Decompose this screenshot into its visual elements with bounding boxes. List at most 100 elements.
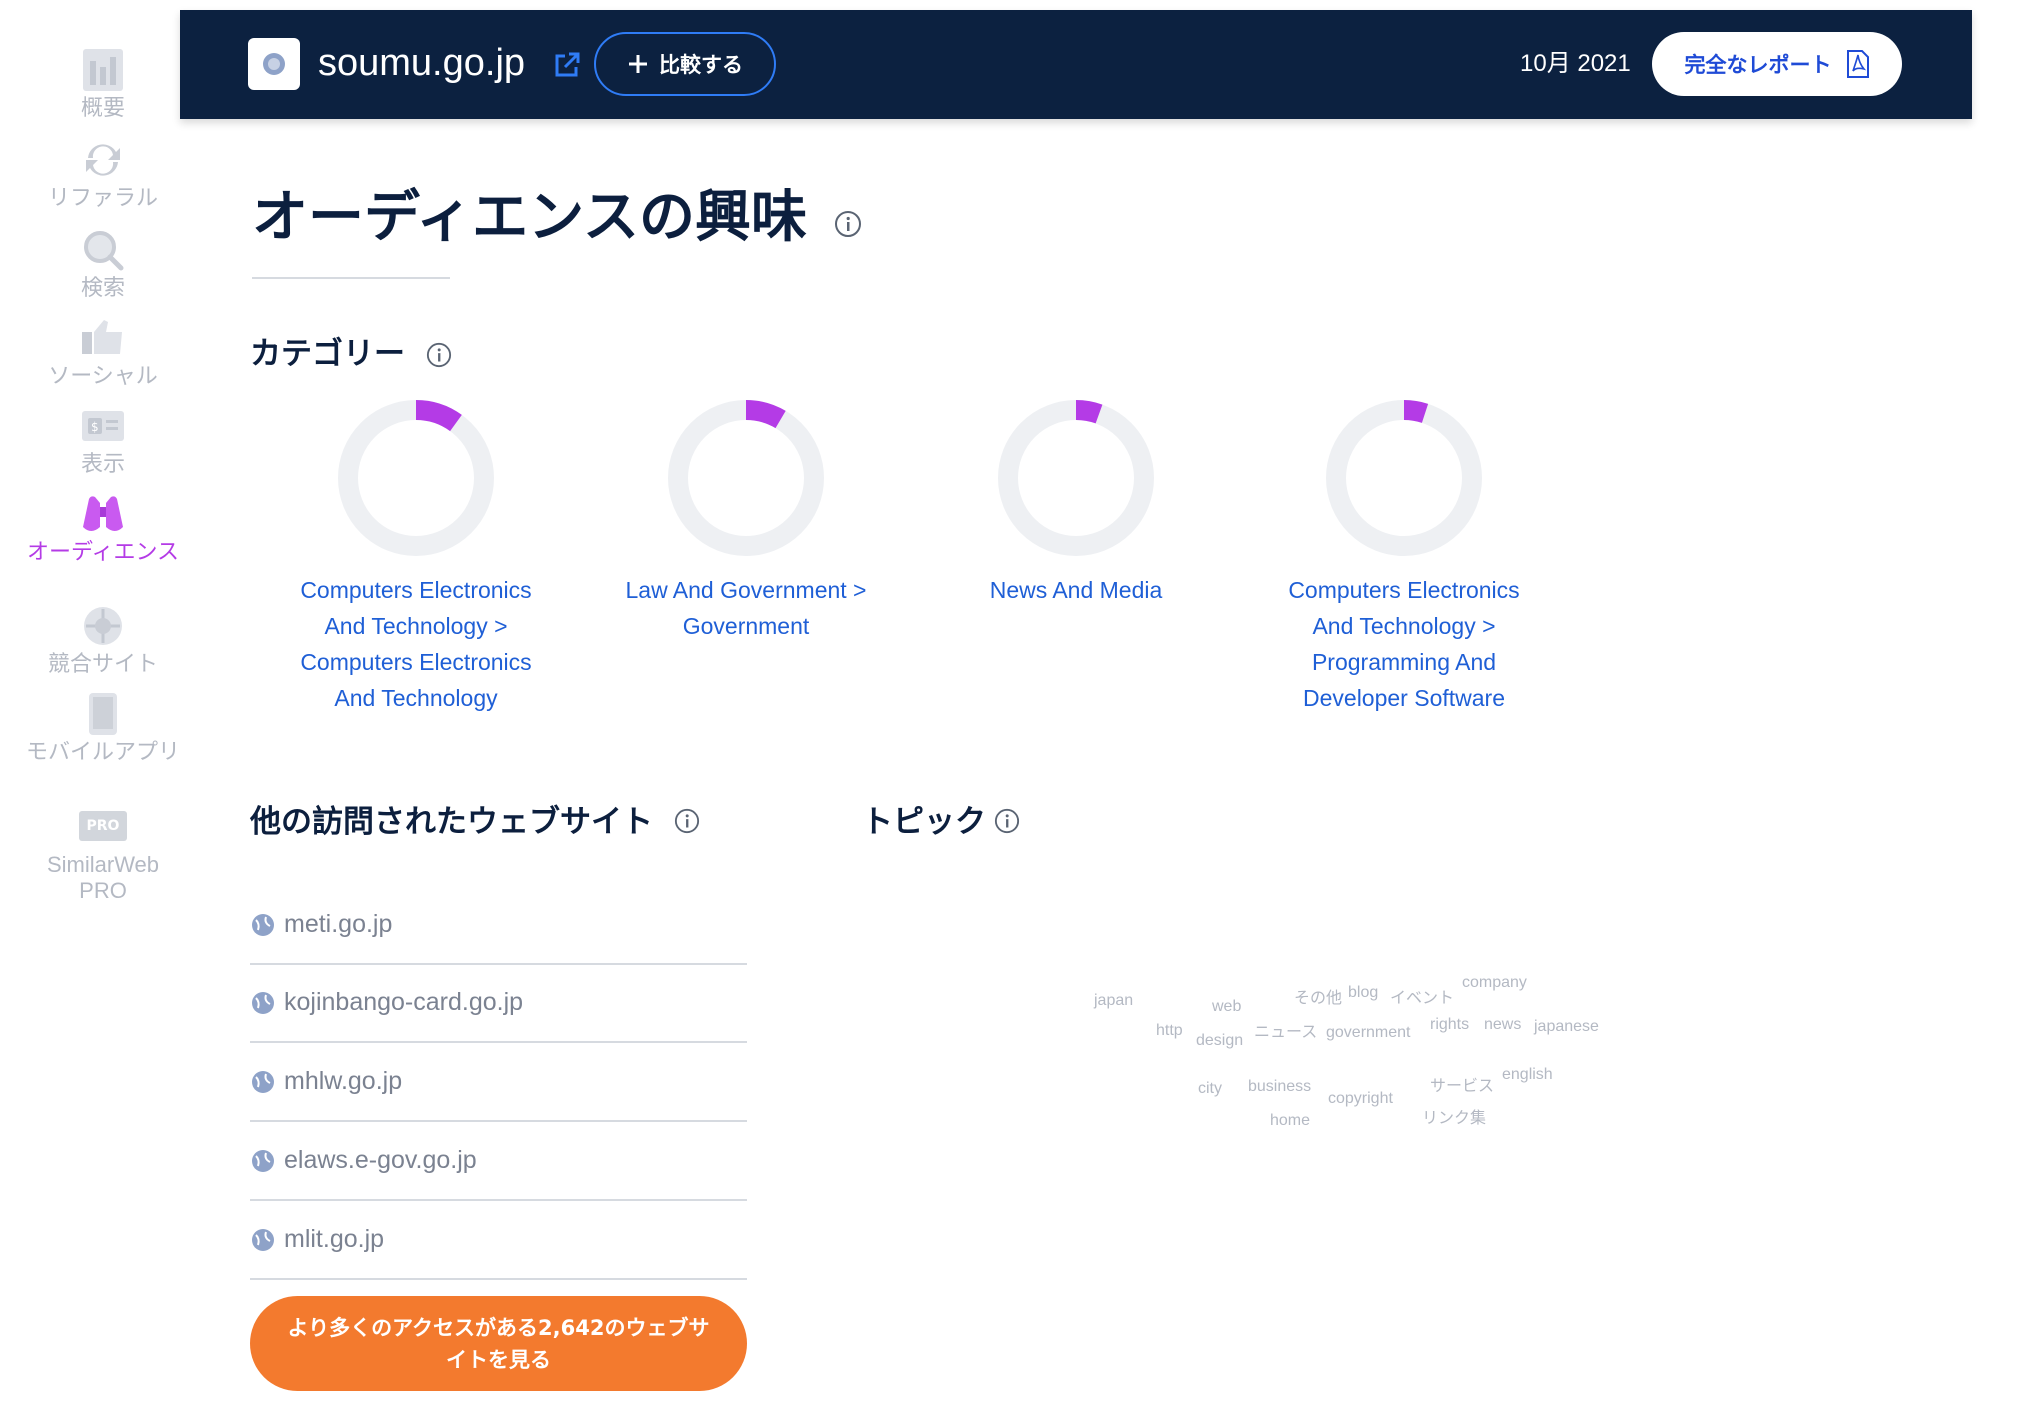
category-donut-arc [745, 400, 786, 429]
nav-item-social[interactable]: ソーシャル [0, 314, 206, 390]
site-name-text: meti.go.jp [284, 910, 393, 938]
site-list-item[interactable]: meti.go.jp [250, 886, 747, 965]
site-name-text: elaws.e-gov.go.jp [284, 1146, 477, 1174]
site-name-text: mlit.go.jp [284, 1225, 385, 1253]
topic-word[interactable]: news [1484, 1016, 1521, 1034]
category-item: News And Media [926, 398, 1226, 608]
topic-word[interactable]: イベント [1390, 984, 1454, 1008]
category-link[interactable]: Computers Electronics And Technology > C… [286, 572, 546, 716]
nav-item-audience[interactable]: オーディエンス [0, 490, 206, 566]
nav-label-audience: オーディエンス [26, 540, 180, 565]
categories-heading: カテゴリー [250, 336, 405, 372]
globe-icon [252, 1070, 274, 1093]
plus-icon [629, 55, 647, 73]
category-item: Computers Electronics And Technology > P… [1254, 398, 1554, 716]
nav-label-similarweb-pro: SimilarWeb PRO [46, 852, 160, 903]
nav-item-similarweb-pro[interactable]: PRO SimilarWeb PRO [0, 802, 206, 904]
category-link[interactable]: Computers Electronics And Technology > P… [1274, 572, 1534, 716]
nav-label-overview: 概要 [80, 96, 125, 121]
more-sites-button[interactable]: より多くのアクセスがある2,642のウェブサイトを見る [250, 1296, 747, 1391]
topic-word[interactable]: business [1248, 1078, 1311, 1096]
globe-icon [252, 1228, 274, 1251]
title-divider [252, 277, 450, 279]
nav-item-competitors[interactable]: 競合サイト [0, 602, 206, 678]
search-icon [79, 226, 127, 274]
referrals-icon [79, 136, 127, 184]
site-name-text: kojinbango-card.go.jp [284, 988, 524, 1016]
topic-word[interactable]: blog [1348, 984, 1378, 1002]
topic-word[interactable]: rights [1430, 1016, 1469, 1034]
site-name-text: mhlw.go.jp [284, 1067, 403, 1095]
pro-badge-icon: PRO [79, 802, 127, 850]
sidebar: 概要 リファラル 検索 ソーシャル $ 表示 オーディエンス 競合サイト モバイ… [0, 0, 180, 1412]
topic-word[interactable]: company [1462, 974, 1527, 992]
topic-word[interactable]: english [1502, 1066, 1553, 1084]
nav-item-mobile-apps[interactable]: モバイルアプリ [0, 690, 206, 766]
pdf-icon [1846, 50, 1869, 78]
display-ads-icon: $ [79, 402, 127, 450]
globe-icon [252, 913, 274, 936]
external-link-icon[interactable] [552, 50, 582, 80]
topic-word[interactable]: web [1212, 998, 1241, 1016]
category-donut-arc [1075, 400, 1103, 424]
topic-word[interactable]: リンク集 [1422, 1104, 1486, 1128]
nav-item-referrals[interactable]: リファラル [0, 136, 206, 212]
globe-icon [263, 53, 285, 75]
category-donut-arc [1403, 400, 1429, 423]
overview-icon [79, 46, 127, 94]
topic-word[interactable]: その他 [1294, 984, 1342, 1008]
site-list-item[interactable]: mhlw.go.jp [250, 1043, 747, 1122]
nav-item-overview[interactable]: 概要 [0, 46, 206, 122]
site-name: soumu.go.jp [318, 42, 526, 84]
topic-word[interactable]: ニュース [1254, 1018, 1317, 1042]
nav-item-display[interactable]: $ 表示 [0, 402, 206, 478]
nav-label-social: ソーシャル [48, 364, 158, 389]
topic-word[interactable]: copyright [1328, 1090, 1393, 1108]
category-donut [668, 400, 824, 556]
category-link[interactable]: News And Media [946, 572, 1206, 608]
audience-binoculars-icon [79, 490, 127, 538]
full-report-button[interactable]: 完全なレポート [1652, 32, 1902, 96]
topic-word[interactable]: design [1196, 1032, 1243, 1050]
site-list-item[interactable]: elaws.e-gov.go.jp [250, 1122, 747, 1201]
nav-label-competitors: 競合サイト [47, 652, 158, 677]
topic-word[interactable]: japan [1094, 992, 1133, 1010]
topics-heading: トピック [862, 804, 986, 840]
info-icon[interactable] [834, 210, 862, 238]
other-sites-info-icon[interactable] [674, 808, 700, 834]
nav-label-referrals: リファラル [47, 186, 158, 211]
full-report-label: 完全なレポート [1684, 53, 1832, 77]
pro-badge: PRO [79, 811, 127, 841]
category-donut-arc [415, 400, 462, 432]
globe-icon [252, 991, 274, 1014]
category-item: Computers Electronics And Technology > C… [266, 398, 566, 716]
topics-info-icon[interactable] [994, 808, 1020, 834]
nav-label-search: 検索 [80, 276, 125, 301]
competitors-icon [79, 602, 127, 650]
social-thumbs-up-icon [79, 314, 127, 362]
site-favicon [248, 38, 300, 90]
site-header: soumu.go.jp 比較する 10月 2021 完全なレポート [180, 10, 1972, 119]
category-link[interactable]: Law And Government > Government [616, 572, 876, 644]
compare-button[interactable]: 比較する [594, 32, 776, 96]
nav-item-search[interactable]: 検索 [0, 226, 206, 302]
category-item: Law And Government > Government [596, 398, 896, 644]
nav-label-display: 表示 [80, 452, 125, 477]
globe-icon [252, 1149, 274, 1172]
topic-word[interactable]: http [1156, 1022, 1183, 1040]
site-list-item[interactable]: kojinbango-card.go.jp [250, 964, 747, 1043]
mobile-apps-icon [79, 690, 127, 738]
categories-info-icon[interactable] [426, 342, 452, 368]
svg-text:$: $ [91, 420, 99, 434]
category-donut [338, 400, 494, 556]
report-date: 10月 2021 [1520, 50, 1631, 77]
topic-word[interactable]: city [1198, 1080, 1222, 1098]
topic-word[interactable]: government [1326, 1024, 1411, 1042]
topic-word[interactable]: japanese [1534, 1018, 1599, 1036]
page-title: オーディエンスの興味 [252, 185, 807, 250]
topic-word[interactable]: サービス [1430, 1072, 1494, 1096]
topic-word[interactable]: home [1270, 1112, 1310, 1130]
compare-label: 比較する [659, 53, 743, 77]
site-list-item[interactable]: mlit.go.jp [250, 1201, 747, 1280]
nav-label-mobile-apps: モバイルアプリ [25, 740, 180, 765]
